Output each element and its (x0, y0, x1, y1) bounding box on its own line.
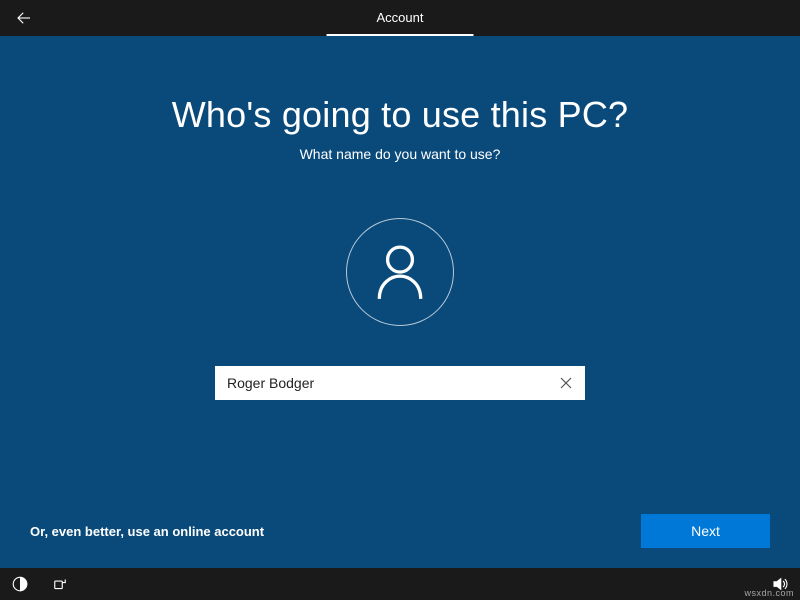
volume-icon (771, 575, 789, 593)
taskbar (0, 568, 800, 600)
clear-input-button[interactable] (549, 368, 583, 398)
volume-button[interactable] (768, 572, 792, 596)
back-button[interactable] (0, 0, 48, 36)
user-icon (374, 243, 426, 301)
taskbar-left (8, 572, 72, 596)
ease-of-access-icon (11, 575, 29, 593)
close-icon (560, 377, 572, 389)
page-heading: Who's going to use this PC? (172, 94, 629, 136)
tab-account[interactable]: Account (327, 0, 474, 36)
next-button[interactable]: Next (641, 514, 770, 548)
footer-row: Or, even better, use an online account N… (0, 508, 800, 568)
name-input-container (215, 366, 585, 400)
keyboard-icon (51, 575, 69, 593)
ease-of-access-button[interactable] (8, 572, 32, 596)
user-avatar-placeholder (346, 218, 454, 326)
tab-strip: Account (327, 0, 474, 36)
tab-label: Account (377, 10, 424, 25)
input-method-button[interactable] (48, 572, 72, 596)
name-input[interactable] (217, 369, 549, 397)
title-bar: Account (0, 0, 800, 36)
page-subheading: What name do you want to use? (300, 146, 501, 162)
setup-content: Who's going to use this PC? What name do… (0, 36, 800, 568)
use-online-account-link[interactable]: Or, even better, use an online account (30, 524, 264, 539)
arrow-left-icon (15, 9, 33, 27)
